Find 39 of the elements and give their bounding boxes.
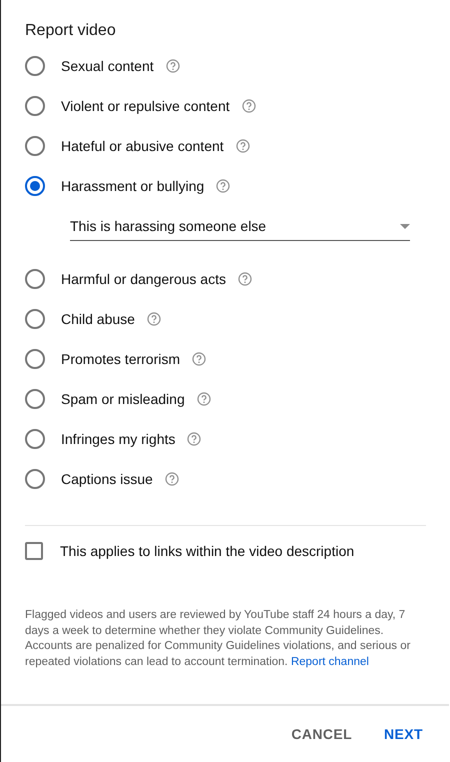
notice-text: Flagged videos and users are reviewed by YouTube staff 24 hours a day, 7 days a week to determine whether they violate Community Guidelines. Accounts are penalized for Community Guidelines violations, and serious or repeated violations can lead to account termination. Report channel xyxy=(25,608,412,670)
help-icon[interactable] xyxy=(236,139,250,153)
radio-button[interactable] xyxy=(25,56,45,76)
radio-button[interactable] xyxy=(25,389,45,409)
option-label[interactable]: Infringes my rights xyxy=(61,431,176,447)
option-label[interactable]: Sexual content xyxy=(61,58,154,74)
dialog-title: Report video xyxy=(25,21,117,41)
option-label[interactable]: Harmful or dangerous acts xyxy=(61,271,226,287)
help-icon[interactable] xyxy=(166,59,180,73)
help-icon[interactable] xyxy=(238,272,252,286)
option-label[interactable]: Child abuse xyxy=(61,311,135,327)
radio-button[interactable] xyxy=(25,469,45,489)
help-icon[interactable] xyxy=(242,99,256,113)
radio-button[interactable] xyxy=(25,176,45,196)
reason-dropdown[interactable]: This is harassing someone else xyxy=(70,214,410,241)
option-label[interactable]: Promotes terrorism xyxy=(61,351,180,367)
checkbox[interactable] xyxy=(25,542,43,560)
help-icon[interactable] xyxy=(146,312,161,326)
caret-icon xyxy=(400,224,410,228)
option-label[interactable]: Captions issue xyxy=(61,471,153,487)
help-icon[interactable] xyxy=(187,432,202,446)
next-button[interactable]: NEXT xyxy=(372,718,435,750)
radio-button[interactable] xyxy=(25,269,45,289)
option-label[interactable]: Spam or misleading xyxy=(61,391,185,407)
cancel-button[interactable]: CANCEL xyxy=(279,718,364,750)
help-icon[interactable] xyxy=(196,392,211,406)
radio-button[interactable] xyxy=(25,96,45,116)
option-label[interactable]: Violent or repulsive content xyxy=(61,98,230,114)
help-icon[interactable] xyxy=(164,472,179,486)
help-icon[interactable] xyxy=(216,179,230,193)
radio-button[interactable] xyxy=(25,136,45,156)
option-label[interactable]: Harassment or bullying xyxy=(61,178,204,194)
radio-button[interactable] xyxy=(25,309,45,329)
option-label[interactable]: Hateful or abusive content xyxy=(61,138,224,154)
radio-button[interactable] xyxy=(25,429,45,449)
report-channel-link[interactable]: Report channel xyxy=(290,656,369,668)
checkbox-label[interactable]: This applies to links within the video description xyxy=(60,543,354,559)
radio-button[interactable] xyxy=(25,349,45,369)
help-icon[interactable] xyxy=(192,352,206,366)
